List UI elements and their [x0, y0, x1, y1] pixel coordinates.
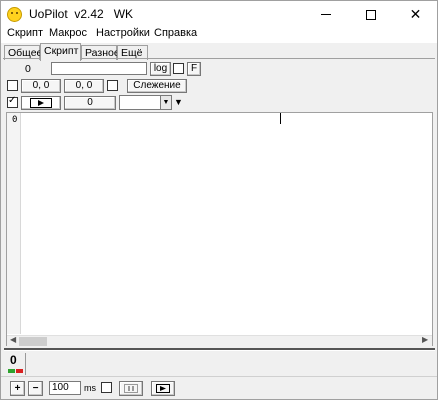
coord-checkbox[interactable] — [7, 80, 18, 91]
f-button[interactable]: F — [187, 62, 201, 76]
app-window: UoPilot v2.42 WK ✕ Скрипт Макрос Настрой… — [0, 0, 438, 400]
play-icon — [156, 384, 170, 393]
window-combo[interactable]: ▼ — [119, 95, 172, 110]
horizontal-scrollbar[interactable]: ◀ ▶ — [7, 335, 432, 346]
line-number: 0 — [12, 115, 18, 125]
f-checkbox[interactable] — [173, 63, 184, 74]
tracking-button[interactable]: Слежение — [127, 79, 187, 93]
maximize-icon — [365, 9, 376, 20]
text-caret — [280, 113, 281, 124]
dropdown-arrow-icon[interactable]: ▼ — [174, 97, 183, 107]
minus-button[interactable]: − — [28, 381, 43, 396]
menu-macro[interactable]: Макрос — [49, 27, 87, 39]
ms-label: ms — [84, 383, 96, 393]
tab-script[interactable]: Скрипт — [40, 43, 81, 61]
minimize-button[interactable] — [303, 1, 348, 28]
play-arrow-icon — [29, 97, 53, 109]
close-button[interactable]: ✕ — [393, 1, 438, 28]
red-indicator — [16, 369, 23, 373]
coord2-button[interactable]: 0, 0 — [64, 79, 104, 93]
delay-input[interactable]: 100 — [49, 381, 81, 395]
close-icon: ✕ — [409, 6, 422, 22]
scroll-right-icon[interactable]: ▶ — [422, 335, 428, 344]
log-button[interactable]: log — [150, 62, 171, 76]
scroll-left-icon[interactable]: ◀ — [10, 335, 16, 344]
line-gutter: 0 — [7, 113, 21, 334]
pause-button[interactable] — [119, 381, 143, 396]
script-controls-panel: 0 log F 0, 0 0, 0 Слежение 0 ▼ ▼ — [3, 58, 435, 110]
menu-settings[interactable]: Настройки — [96, 27, 150, 39]
status-counter: 0 — [10, 353, 17, 367]
menu-bar: Скрипт Макрос Настройки Справка — [1, 26, 437, 43]
tab-bar: Общее Скрипт Разное Ещё — [1, 43, 437, 61]
maximize-button[interactable] — [348, 1, 393, 28]
title-bar: UoPilot v2.42 WK ✕ — [1, 1, 437, 28]
smiley-icon — [7, 7, 22, 22]
bottom-toolbar: + − 100 ms — [1, 376, 437, 400]
pause-icon — [124, 384, 138, 393]
ms-checkbox[interactable] — [101, 382, 112, 393]
coord1-button[interactable]: 0, 0 — [21, 79, 61, 93]
scroll-thumb[interactable] — [19, 337, 47, 346]
enable-checkbox[interactable] — [7, 95, 18, 108]
green-indicator — [8, 369, 15, 373]
window-title: UoPilot v2.42 WK — [29, 7, 134, 21]
row1-counter: 0 — [25, 63, 31, 75]
record-button[interactable] — [21, 96, 61, 110]
menu-help[interactable]: Справка — [154, 27, 197, 39]
path-input[interactable] — [51, 62, 147, 75]
script-editor[interactable]: 0 ◀ ▶ — [6, 112, 433, 346]
menu-script[interactable]: Скрипт — [7, 27, 43, 39]
value-button[interactable]: 0 — [64, 96, 116, 110]
plus-button[interactable]: + — [10, 381, 25, 396]
status-separator — [25, 353, 26, 375]
splitter[interactable] — [4, 348, 435, 351]
minimize-icon — [320, 14, 331, 15]
tracking-checkbox[interactable] — [107, 80, 118, 91]
play-button[interactable] — [151, 381, 175, 396]
chevron-down-icon: ▼ — [160, 96, 171, 109]
